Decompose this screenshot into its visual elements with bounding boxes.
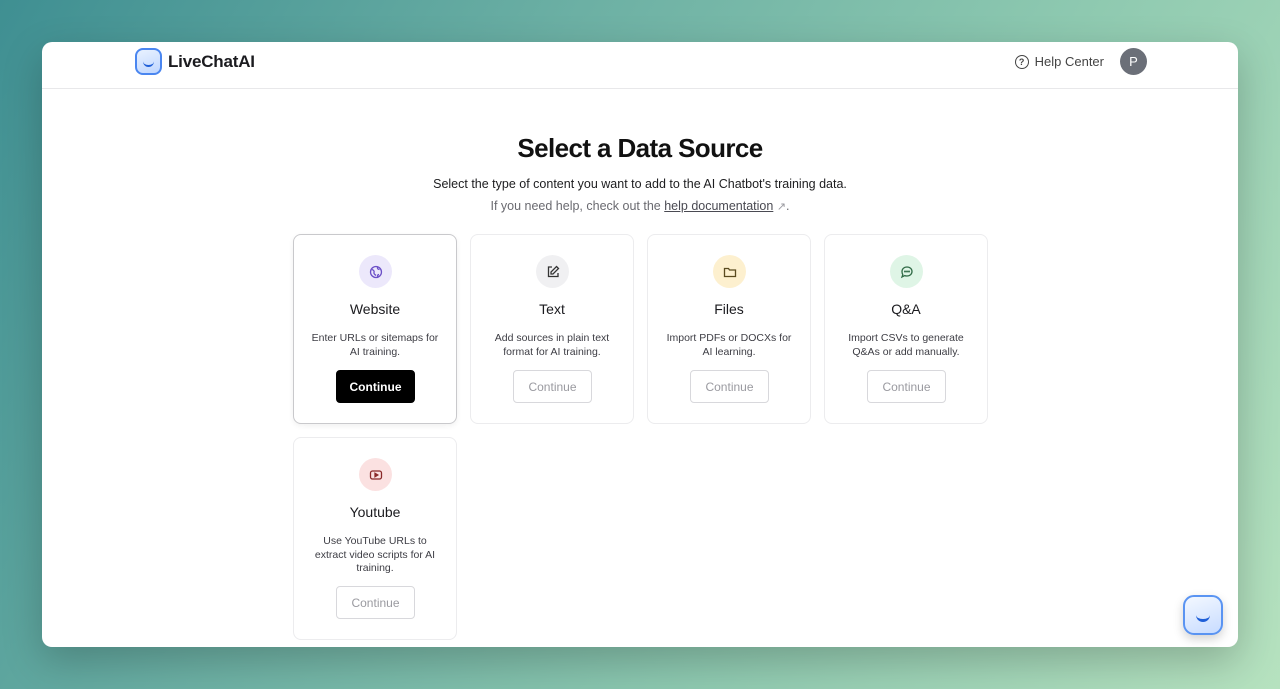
folder-icon (713, 255, 746, 288)
source-card-description: Import PDFs or DOCXs for AI learning. (666, 332, 792, 358)
source-card-description: Import CSVs to generate Q&As or add manu… (848, 332, 964, 358)
source-card-title: Website (349, 301, 401, 317)
source-card-files[interactable]: Files Import PDFs or DOCXs for AI learni… (647, 234, 811, 424)
continue-button-website[interactable]: Continue (336, 370, 415, 403)
video-icon (359, 458, 392, 491)
globe-icon (359, 255, 392, 288)
help-text: If you need help, check out the help doc… (42, 199, 1238, 213)
page-subtitle: Select the type of content you want to a… (433, 177, 847, 191)
top-navigation: LiveChatAI ? Help Center P (42, 42, 1238, 89)
help-documentation-link[interactable]: help documentation (664, 199, 773, 213)
source-card-description: Add sources in plain text format for AI … (494, 332, 610, 358)
logo-text: LiveChatAI (168, 51, 255, 71)
source-card-website[interactable]: Website Enter URLs or sitemaps for AI tr… (293, 234, 457, 424)
help-text-prefix: If you need help, check out the (490, 199, 661, 213)
question-circle-icon: ? (1014, 54, 1029, 69)
help-text-suffix: . (786, 199, 790, 213)
logo[interactable]: LiveChatAI (135, 48, 255, 75)
source-card-description: Enter URLs or sitemaps for AI training. (311, 332, 439, 358)
avatar[interactable]: P (1120, 48, 1147, 75)
source-card-title: Text (539, 301, 565, 317)
help-center-link[interactable]: ? Help Center (1014, 54, 1104, 69)
app-window: LiveChatAI ? Help Center P Select a Data… (42, 42, 1238, 647)
continue-button-files[interactable]: Continue (690, 370, 769, 403)
page-title: Select a Data Source (517, 133, 763, 163)
source-card-title: Q&A (891, 301, 921, 317)
source-card-title: Files (714, 301, 744, 317)
continue-button-text[interactable]: Continue (513, 370, 592, 403)
external-link-icon: ↗ (776, 201, 787, 213)
source-card-text[interactable]: Text Add sources in plain text format fo… (470, 234, 634, 424)
source-card-youtube[interactable]: Youtube Use YouTube URLs to extract vide… (293, 437, 457, 640)
chat-widget-button[interactable] (1183, 595, 1223, 635)
edit-icon (536, 255, 569, 288)
source-card-title: Youtube (349, 504, 401, 520)
continue-button-youtube[interactable]: Continue (336, 586, 415, 619)
source-card-qa[interactable]: Q&A Import CSVs to generate Q&As or add … (824, 234, 988, 424)
logo-icon (135, 48, 162, 75)
source-card-description: Use YouTube URLs to extract video script… (314, 535, 436, 574)
chat-icon (890, 255, 923, 288)
help-center-label: Help Center (1034, 54, 1104, 69)
continue-button-qa[interactable]: Continue (867, 370, 946, 403)
